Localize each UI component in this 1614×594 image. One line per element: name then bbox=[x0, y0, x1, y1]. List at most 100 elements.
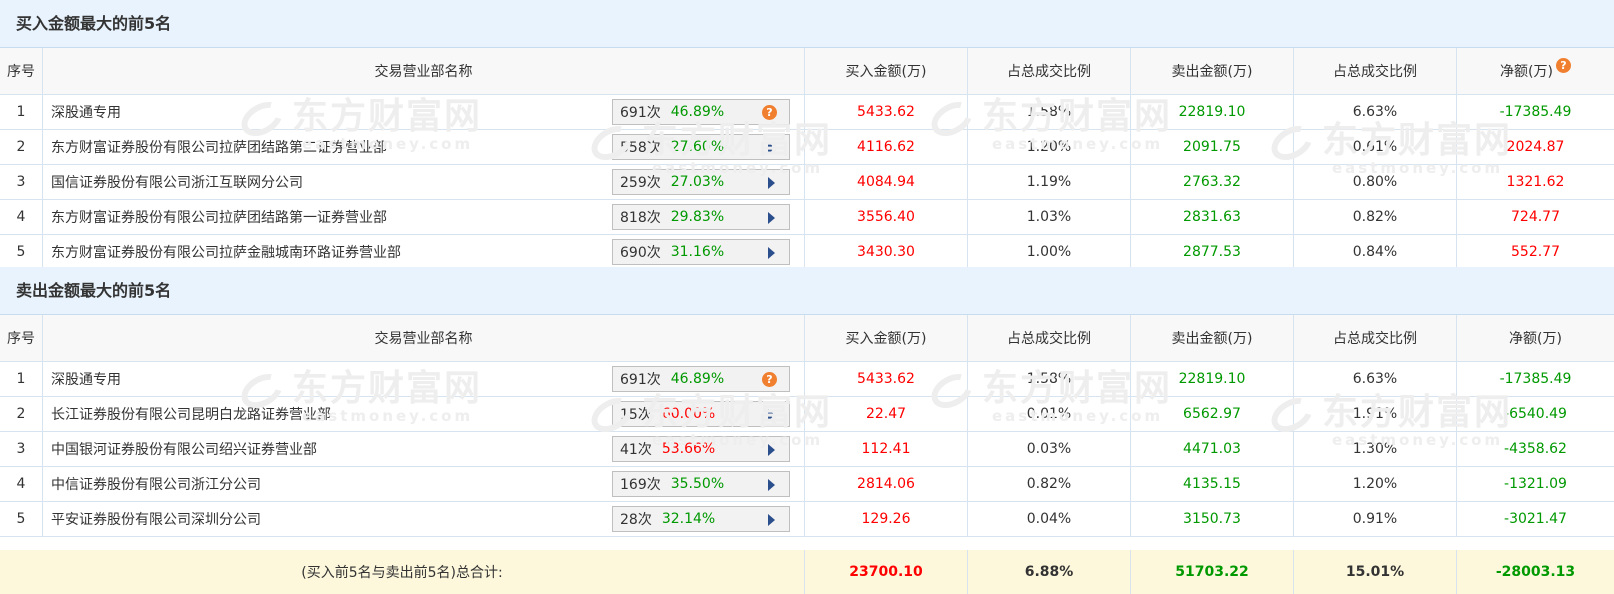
cell-buy: 4084.94 bbox=[805, 165, 968, 199]
cell-sell-ratio: 1.91% bbox=[1294, 397, 1457, 431]
cell-sell: 2763.32 bbox=[1131, 165, 1294, 199]
cell-rank: 2 bbox=[0, 130, 43, 164]
cell-sell: 22819.10 bbox=[1131, 95, 1294, 129]
help-icon[interactable]: ? bbox=[762, 372, 777, 387]
branch-stats-badge[interactable]: 41次 53.66% bbox=[612, 436, 790, 462]
table-row: 2 东方财富证券股份有限公司拉萨团结路第二证券营业部 4116.62 1.20% 209… bbox=[0, 130, 1614, 165]
cell-sell: 4135.15 bbox=[1131, 467, 1294, 501]
cell-buy-ratio: 1.19% bbox=[968, 165, 1131, 199]
cell-net: -3021.47 bbox=[1504, 511, 1567, 527]
total-buy-ratio: 6.88% bbox=[968, 550, 1131, 594]
table-row: 4 东方财富证券股份有限公司拉萨团结路第一证券营业部 3556.40 1.03% 283… bbox=[0, 200, 1614, 235]
play-arrow-icon[interactable] bbox=[768, 212, 775, 224]
branch-stats-badge[interactable]: 690次 31.16% bbox=[612, 239, 790, 265]
cell-net: 552.77 bbox=[1511, 244, 1560, 260]
cell-sell: 22819.10 bbox=[1131, 362, 1294, 396]
column-header-label: 序号 bbox=[7, 64, 35, 80]
cell-sell-ratio: 1.20% bbox=[1294, 467, 1457, 501]
branch-stats-badge[interactable]: 691次 46.89%? bbox=[612, 366, 790, 392]
play-arrow-icon[interactable] bbox=[768, 247, 775, 259]
cell-buy-ratio: 1.58% bbox=[968, 362, 1131, 396]
lhb-broker-table: 买入金额最大的前5名 序号 交易营业部名称 买入金额(万) 占总成交比例 卖出金额(万) 占… bbox=[0, 0, 1614, 594]
win-rate: 27.03% bbox=[670, 174, 725, 190]
cell-net: -4358.62 bbox=[1504, 441, 1567, 457]
win-rate: 35.50% bbox=[670, 476, 725, 492]
cell-buy-ratio: 1.58% bbox=[968, 95, 1131, 129]
branch-stats-badge[interactable]: 558次 27.60% bbox=[612, 134, 790, 160]
cell-net: 2024.87 bbox=[1506, 139, 1565, 155]
cell-net: -17385.49 bbox=[1499, 104, 1572, 120]
listing-count: 818次 bbox=[620, 210, 661, 226]
column-header-label: 占总成交比例 bbox=[1333, 331, 1417, 347]
cell-rank: 4 bbox=[0, 467, 43, 501]
play-arrow-icon[interactable] bbox=[768, 177, 775, 189]
branch-stats-badge[interactable]: 259次 27.03% bbox=[612, 169, 790, 195]
table-row: 2 长江证券股份有限公司昆明白龙路证券营业部 22.47 0.01% 6562.97 1.… bbox=[0, 397, 1614, 432]
branch-stats-badge[interactable]: 691次 46.89%? bbox=[612, 99, 790, 125]
cell-buy-ratio: 0.03% bbox=[968, 432, 1131, 466]
win-rate: 29.83% bbox=[670, 209, 725, 225]
win-rate: 46.89% bbox=[670, 104, 725, 120]
column-header-label: 占总成交比例 bbox=[1007, 331, 1091, 347]
column-header-label: 净额(万) bbox=[1509, 331, 1562, 347]
cell-sell: 3150.73 bbox=[1131, 502, 1294, 536]
column-header-buy: 买入金额(万) bbox=[805, 48, 968, 94]
cell-buy: 3430.30 bbox=[805, 235, 968, 269]
table-row: 5 平安证券股份有限公司深圳分公司 129.26 0.04% 3150.73 0.91% -… bbox=[0, 502, 1614, 537]
help-icon[interactable]: ? bbox=[762, 105, 777, 120]
column-header-label: 序号 bbox=[7, 331, 35, 347]
table-header-row: 序号 交易营业部名称 买入金额(万) 占总成交比例 卖出金额(万) 占总成交比例 净额(万) bbox=[0, 315, 1614, 362]
cell-net: -6540.49 bbox=[1504, 406, 1567, 422]
cell-sell: 4471.03 bbox=[1131, 432, 1294, 466]
cell-buy-ratio: 0.01% bbox=[968, 397, 1131, 431]
listing-count: 169次 bbox=[620, 477, 661, 493]
cell-buy: 4116.62 bbox=[805, 130, 968, 164]
column-header-sell: 卖出金额(万) bbox=[1131, 48, 1294, 94]
column-header-label: 交易营业部名称 bbox=[374, 331, 473, 347]
column-header-label: 买入金额(万) bbox=[845, 64, 927, 80]
cell-sell-ratio: 6.63% bbox=[1294, 95, 1457, 129]
table-header-row: 序号 交易营业部名称 买入金额(万) 占总成交比例 卖出金额(万) 占总成交比例 净额(万)… bbox=[0, 48, 1614, 95]
cell-buy: 129.26 bbox=[805, 502, 968, 536]
cell-buy: 5433.62 bbox=[805, 95, 968, 129]
cell-buy-ratio: 0.82% bbox=[968, 467, 1131, 501]
cell-buy-ratio: 1.03% bbox=[968, 200, 1131, 234]
column-header-label: 卖出金额(万) bbox=[1171, 64, 1253, 80]
column-header-buy: 买入金额(万) bbox=[805, 315, 968, 361]
play-arrow-icon[interactable] bbox=[768, 444, 775, 456]
play-arrow-icon[interactable] bbox=[768, 479, 775, 491]
branch-stats-badge[interactable]: 818次 29.83% bbox=[612, 204, 790, 230]
cell-buy-ratio: 1.20% bbox=[968, 130, 1131, 164]
cell-rank: 2 bbox=[0, 397, 43, 431]
listing-count: 259次 bbox=[620, 175, 661, 191]
sell-section-title: 卖出金额最大的前5名 bbox=[0, 267, 1614, 315]
column-header-sell: 卖出金额(万) bbox=[1131, 315, 1294, 361]
branch-stats-badge[interactable]: 28次 32.14% bbox=[612, 506, 790, 532]
column-header-label: 交易营业部名称 bbox=[374, 64, 473, 80]
cell-sell-ratio: 6.63% bbox=[1294, 362, 1457, 396]
column-header-branch: 交易营业部名称 bbox=[43, 315, 805, 361]
table-row: 3 中国银河证券股份有限公司绍兴证券营业部 112.41 0.03% 4471.03 1.… bbox=[0, 432, 1614, 467]
cell-net: 724.77 bbox=[1511, 209, 1560, 225]
play-arrow-icon[interactable] bbox=[768, 409, 775, 421]
play-arrow-icon[interactable] bbox=[768, 142, 775, 154]
branch-stats-badge[interactable]: 15次 60.00% bbox=[612, 401, 790, 427]
total-sell-ratio: 15.01% bbox=[1294, 550, 1457, 594]
column-header-sell-ratio: 占总成交比例 bbox=[1294, 48, 1457, 94]
branch-stats-badge[interactable]: 169次 35.50% bbox=[612, 471, 790, 497]
cell-rank: 1 bbox=[0, 362, 43, 396]
cell-net: -17385.49 bbox=[1499, 371, 1572, 387]
help-icon[interactable]: ? bbox=[1555, 57, 1571, 73]
column-header-net: 净额(万) bbox=[1457, 315, 1614, 361]
cell-buy-ratio: 1.00% bbox=[968, 235, 1131, 269]
column-header-label: 卖出金额(万) bbox=[1171, 331, 1253, 347]
cell-sell: 2091.75 bbox=[1131, 130, 1294, 164]
cell-rank: 5 bbox=[0, 502, 43, 536]
cell-rank: 4 bbox=[0, 200, 43, 234]
play-arrow-icon[interactable] bbox=[768, 514, 775, 526]
total-net: -28003.13 bbox=[1495, 564, 1576, 580]
listing-count: 41次 bbox=[620, 442, 652, 458]
table-row: 1 深股通专用 5433.62 1.58% 22819.10 6.63% -17385.49… bbox=[0, 95, 1614, 130]
listing-count: 691次 bbox=[620, 105, 661, 121]
total-label: (买入前5名与卖出前5名)总合计: bbox=[0, 550, 805, 594]
